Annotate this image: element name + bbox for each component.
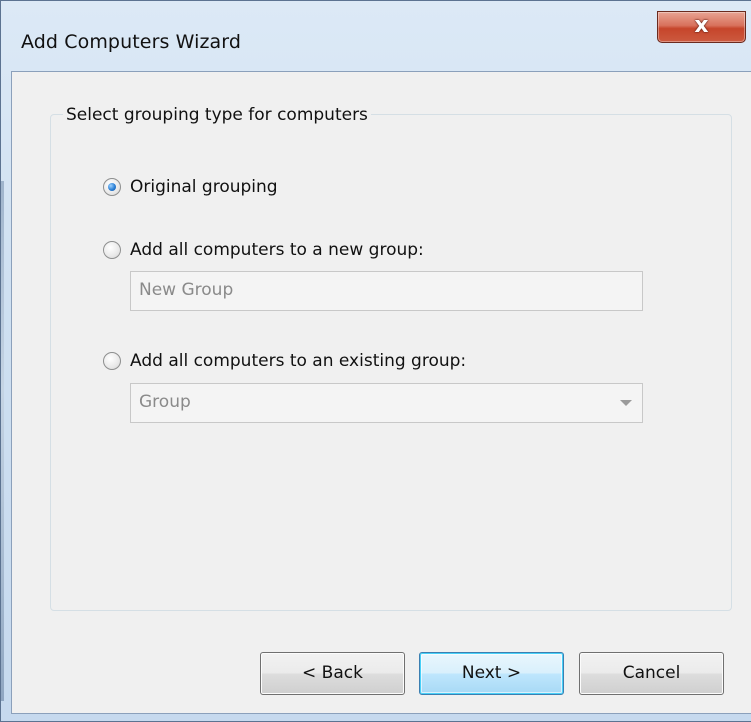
window-title: Add Computers Wizard bbox=[21, 31, 242, 53]
cancel-button[interactable]: Cancel bbox=[579, 652, 724, 695]
wizard-window: Add Computers Wizard x Select grouping t… bbox=[0, 0, 751, 722]
new-group-name-input[interactable]: New Group bbox=[130, 271, 643, 311]
title-bar[interactable]: Add Computers Wizard x bbox=[1, 1, 751, 71]
back-button[interactable]: < Back bbox=[260, 652, 405, 695]
window-frame-edge bbox=[1, 181, 4, 701]
next-button[interactable]: Next > bbox=[419, 652, 564, 695]
radio-existing-group[interactable] bbox=[103, 352, 121, 370]
option-existing-group[interactable]: Add all computers to an existing group: bbox=[103, 351, 466, 371]
option-label: Add all computers to a new group: bbox=[130, 240, 424, 260]
close-icon: x bbox=[694, 13, 709, 38]
close-button[interactable]: x bbox=[657, 11, 746, 43]
option-new-group[interactable]: Add all computers to a new group: bbox=[103, 240, 424, 260]
option-label: Original grouping bbox=[130, 177, 278, 197]
wizard-content: Select grouping type for computers Origi… bbox=[11, 71, 751, 714]
grouping-type-groupbox: Select grouping type for computers Origi… bbox=[50, 105, 732, 611]
option-label: Add all computers to an existing group: bbox=[130, 351, 467, 371]
radio-original-grouping[interactable] bbox=[103, 178, 121, 196]
dropdown-selected-value: Group bbox=[139, 392, 191, 412]
option-original-grouping[interactable]: Original grouping bbox=[103, 177, 278, 197]
radio-new-group[interactable] bbox=[103, 241, 121, 259]
groupbox-legend: Select grouping type for computers bbox=[63, 105, 371, 125]
chevron-down-icon[interactable] bbox=[620, 400, 632, 406]
existing-group-dropdown[interactable]: Group bbox=[130, 383, 643, 423]
